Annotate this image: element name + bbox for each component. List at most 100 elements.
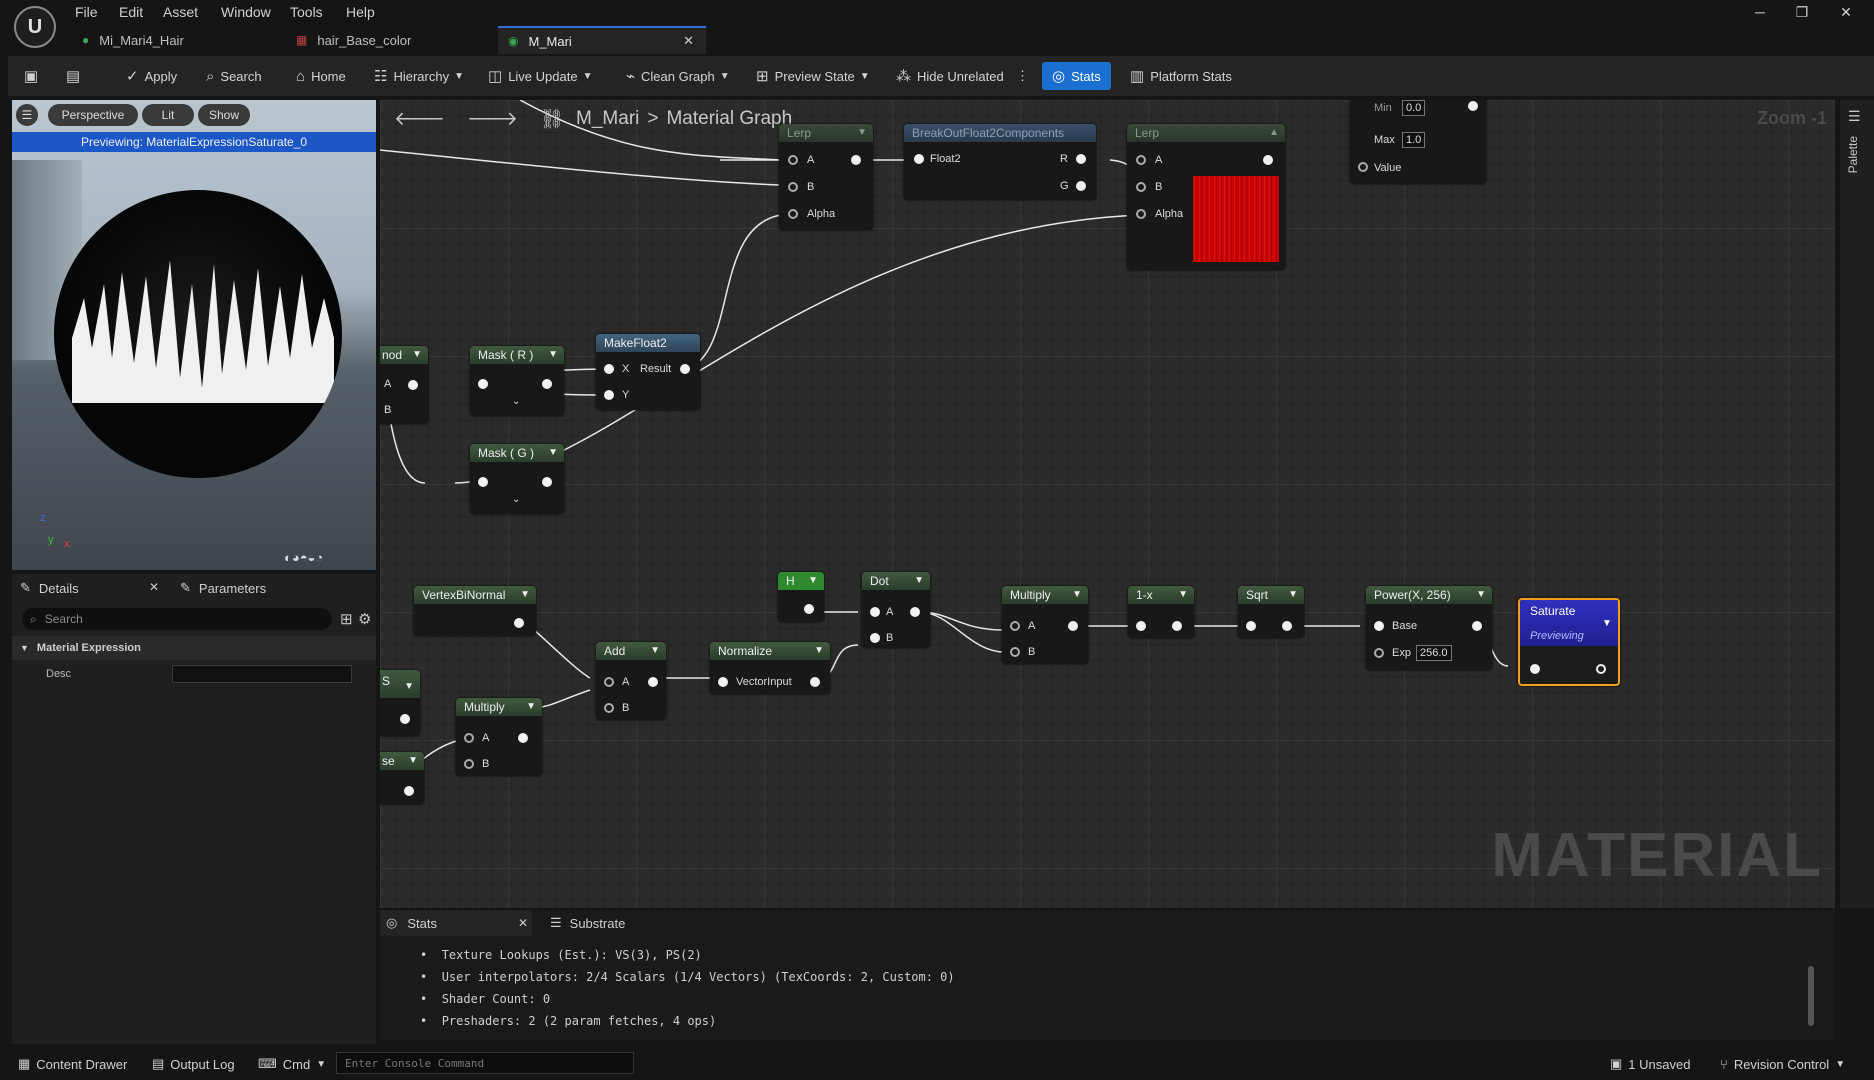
output-pin[interactable]: [1076, 181, 1086, 191]
input-pin[interactable]: [1530, 664, 1540, 674]
palette-tab[interactable]: Palette: [1846, 136, 1860, 173]
input-pin[interactable]: [870, 607, 880, 617]
world-position-node[interactable]: S ▼: [380, 670, 420, 736]
multiply-node-2[interactable]: Multiply ▼ A B: [456, 698, 542, 776]
input-pin[interactable]: [478, 477, 488, 487]
hierarchy-button[interactable]: ☷ Hierarchy ▼: [374, 56, 464, 96]
tab-stats[interactable]: ◎ Stats: [386, 910, 437, 936]
output-pin[interactable]: [910, 607, 920, 617]
palette-sidebar[interactable]: ☰ Palette: [1840, 100, 1874, 908]
platform-stats-button[interactable]: ▥ Platform Stats: [1130, 56, 1232, 96]
settings-gear-icon[interactable]: ⚙: [358, 610, 371, 628]
saturate-node[interactable]: Saturate Previewing ▼: [1518, 598, 1620, 686]
input-pin[interactable]: [788, 182, 798, 192]
input-pin[interactable]: [604, 703, 614, 713]
cmd-dropdown[interactable]: ⌨ Cmd ▼: [258, 1048, 326, 1080]
output-pin[interactable]: [408, 380, 418, 390]
live-update-button[interactable]: ◫ Live Update ▼: [488, 56, 592, 96]
console-input[interactable]: Enter Console Command: [336, 1052, 634, 1074]
chevron-down-icon[interactable]: ⌄: [512, 494, 520, 505]
input-pin[interactable]: [478, 379, 488, 389]
h-parameter-node[interactable]: H ▼: [778, 572, 824, 622]
input-pin[interactable]: [718, 677, 728, 687]
input-pin[interactable]: [464, 759, 474, 769]
forward-arrow-icon[interactable]: 🡒: [467, 107, 518, 131]
mask-g-node[interactable]: Mask ( G ) ▼ ⌄: [470, 444, 564, 514]
fmod-node[interactable]: nod ▼ A B: [380, 346, 428, 424]
exp-value-input[interactable]: 256.0: [1416, 645, 1452, 661]
palette-menu-icon[interactable]: ☰: [1848, 108, 1861, 125]
breadcrumb-root[interactable]: M_Mari: [576, 108, 639, 130]
back-arrow-icon[interactable]: 🡐: [394, 107, 445, 131]
content-drawer-button[interactable]: ▦ Content Drawer: [18, 1048, 127, 1080]
output-pin[interactable]: [1263, 155, 1273, 165]
menu-file[interactable]: File: [75, 4, 98, 20]
close-stats-icon[interactable]: ✕: [518, 916, 528, 930]
restore-icon[interactable]: ❐: [1792, 4, 1812, 20]
input-pin[interactable]: [1374, 648, 1384, 658]
output-pin[interactable]: [851, 155, 861, 165]
perspective-button[interactable]: Perspective: [48, 104, 138, 126]
menu-edit[interactable]: Edit: [119, 4, 143, 20]
add-node[interactable]: Add ▼ A B: [596, 642, 666, 720]
min-value-input[interactable]: 0.0: [1402, 100, 1426, 116]
input-pin[interactable]: [870, 633, 880, 643]
save-button[interactable]: ▣: [24, 56, 44, 96]
tab-details[interactable]: ✎ Details: [20, 574, 79, 602]
output-pin[interactable]: [1596, 664, 1606, 674]
menu-asset[interactable]: Asset: [163, 4, 198, 20]
unreal-logo-icon[interactable]: U: [14, 6, 56, 48]
search-button[interactable]: ⌕ Search: [206, 56, 262, 96]
browse-button[interactable]: ▤: [66, 56, 86, 96]
tab-parameters[interactable]: ✎ Parameters: [180, 574, 266, 602]
stats-scrollbar[interactable]: [1808, 966, 1814, 1026]
output-pin[interactable]: [680, 364, 690, 374]
vertex-binormal-node[interactable]: VertexBiNormal ▼: [414, 586, 536, 636]
material-expression-section[interactable]: ▼ Material Expression: [12, 636, 376, 660]
viewport-menu-icon[interactable]: ☰: [16, 104, 38, 126]
unsaved-button[interactable]: ▣ 1 Unsaved: [1610, 1048, 1690, 1080]
input-pin[interactable]: [1136, 209, 1146, 219]
normalize-node[interactable]: Normalize ▼ VectorInput: [710, 642, 830, 694]
lerp-node-2[interactable]: Lerp ▲ A B Alpha: [1127, 124, 1285, 270]
output-pin[interactable]: [400, 714, 410, 724]
material-graph[interactable]: 🡐 🡒 ⛓ M_Mari > Material Graph Zoom -1 MA…: [380, 100, 1835, 908]
output-pin[interactable]: [1282, 621, 1292, 631]
input-pin[interactable]: [604, 677, 614, 687]
time-node[interactable]: se ▼: [380, 752, 424, 804]
menu-window[interactable]: Window: [221, 4, 271, 20]
preview-state-button[interactable]: ⊞ Preview State ▼: [756, 56, 870, 96]
input-pin[interactable]: [788, 155, 798, 165]
output-pin[interactable]: [648, 677, 658, 687]
input-pin[interactable]: [1136, 182, 1146, 192]
menu-tools[interactable]: Tools: [290, 4, 323, 20]
show-button[interactable]: Show: [198, 104, 250, 126]
one-minus-node[interactable]: 1-x ▼: [1128, 586, 1194, 638]
output-pin[interactable]: [1068, 621, 1078, 631]
input-pin[interactable]: [464, 733, 474, 743]
makefloat2-node[interactable]: MakeFloat2 X Result Y: [596, 334, 700, 410]
lerp-node-1[interactable]: Lerp ▼ A B Alpha: [779, 124, 873, 230]
output-pin[interactable]: [514, 618, 524, 628]
tab-hair-base-color[interactable]: ▦ hair_Base_color: [286, 26, 494, 54]
output-pin[interactable]: [1172, 621, 1182, 631]
input-pin[interactable]: [1136, 155, 1146, 165]
clamp-node[interactable]: Min 0.0 Max 1.0 Value: [1350, 100, 1486, 184]
revision-control-button[interactable]: ⑂ Revision Control ▼: [1720, 1048, 1845, 1080]
output-pin[interactable]: [1468, 101, 1478, 111]
power-node[interactable]: Power(X, 256) ▼ Base Exp 256.0: [1366, 586, 1492, 670]
minimize-icon[interactable]: ─: [1750, 4, 1770, 20]
tab-mi-mari4-hair[interactable]: ● Mi_Mari4_Hair: [72, 26, 282, 54]
input-pin[interactable]: [1246, 621, 1256, 631]
input-pin[interactable]: [1358, 162, 1368, 172]
dot-node[interactable]: Dot ▼ A B: [862, 572, 930, 648]
desc-input[interactable]: [172, 665, 352, 683]
output-pin[interactable]: [1076, 154, 1086, 164]
input-pin[interactable]: [1374, 621, 1384, 631]
input-pin[interactable]: [604, 364, 614, 374]
home-button[interactable]: ⌂ Home: [296, 56, 346, 96]
tab-substrate[interactable]: ☰ Substrate: [550, 910, 625, 936]
close-tab-icon[interactable]: ✕: [683, 33, 694, 49]
mask-r-node[interactable]: Mask ( R ) ▼ ⌄: [470, 346, 564, 416]
output-pin[interactable]: [542, 379, 552, 389]
